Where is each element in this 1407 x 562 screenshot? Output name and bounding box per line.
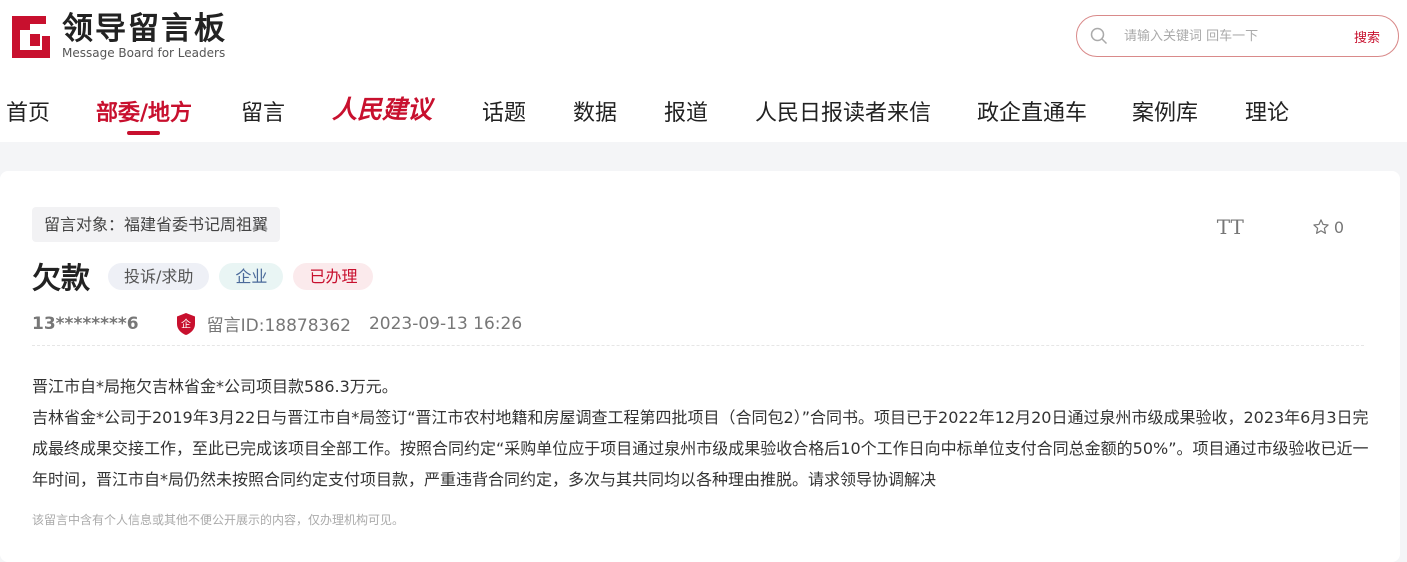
site-header: 领导留言板 Message Board for Leaders 搜索 首页 部委… (0, 0, 1407, 142)
content-paragraph: 晋江市自*局拖欠吉林省金*公司项目款586.3万元。 (32, 377, 398, 396)
status-badge: 已办理 (293, 262, 374, 290)
nav-item-home[interactable]: 首页 (6, 95, 50, 127)
logo-subtitle: Message Board for Leaders (62, 46, 226, 60)
nav-item-theory[interactable]: 理论 (1245, 95, 1289, 127)
logo-mark-icon (12, 16, 50, 58)
nav-item-gov-business[interactable]: 政企直通车 (977, 95, 1087, 127)
meta-divider (32, 345, 1364, 346)
content-paragraph: 吉林省金*公司于2019年3月22日与晋江市自*局签订“晋江市农村地籍和房屋调查… (32, 408, 1369, 489)
search-button[interactable]: 搜索 (1354, 27, 1380, 46)
font-size-toggle-icon[interactable]: TT (1217, 215, 1244, 239)
logo-title: 领导留言板 (62, 11, 227, 47)
message-content: 晋江市自*局拖欠吉林省金*公司项目款586.3万元。 吉林省金*公司于2019年… (32, 371, 1372, 495)
tag-category: 投诉/求助 (108, 262, 210, 290)
message-id: 留言ID:18878362 (206, 316, 351, 336)
site-logo[interactable]: 领导留言板 Message Board for Leaders (6, 12, 227, 60)
message-card: 留言对象：福建省委书记周祖翼 TT 0 欠款 投诉/求助 企业 已办理 13**… (0, 171, 1400, 562)
nav-item-peoples-suggestions[interactable]: 人民建议 (332, 90, 432, 126)
enterprise-badge-label: 企 (181, 317, 191, 330)
title-row: 欠款 投诉/求助 企业 已办理 (32, 255, 383, 297)
nav-item-topics[interactable]: 话题 (482, 95, 526, 127)
nav-item-ministries-regions[interactable]: 部委/地方 (96, 95, 192, 127)
nav-item-messages[interactable]: 留言 (241, 95, 285, 127)
main-nav: 首页 部委/地方 留言 人民建议 话题 数据 报道 人民日报读者来信 政企直通车… (0, 88, 1407, 138)
message-title: 欠款 (32, 261, 91, 295)
privacy-notice: 该留言中含有个人信息或其他不便公开展示的内容，仅办理机构可见。 (32, 513, 405, 527)
nav-item-data[interactable]: 数据 (573, 95, 617, 127)
tag-type: 企业 (219, 262, 284, 290)
favorite-count: 0 (1333, 217, 1344, 237)
message-tools: TT 0 (1217, 215, 1344, 239)
nav-item-case-library[interactable]: 案例库 (1132, 95, 1198, 127)
nav-item-reader-letters[interactable]: 人民日报读者来信 (755, 95, 931, 127)
star-icon (1313, 219, 1329, 234)
search-icon (1090, 27, 1108, 45)
message-target: 留言对象：福建省委书记周祖翼 (32, 207, 281, 242)
search-input[interactable] (1124, 28, 1324, 44)
favorite-button[interactable]: 0 (1312, 218, 1344, 237)
author-name: 13********6 (32, 313, 139, 334)
message-datetime: 2023-09-13 16:26 (368, 313, 523, 334)
nav-active-indicator (127, 131, 160, 135)
message-meta: 13********6 企 留言ID:18878362 2023-09-13 1… (32, 311, 522, 336)
search-box: 搜索 (1076, 15, 1399, 57)
enterprise-shield-icon: 企 (176, 312, 195, 335)
nav-item-reports[interactable]: 报道 (664, 95, 708, 127)
